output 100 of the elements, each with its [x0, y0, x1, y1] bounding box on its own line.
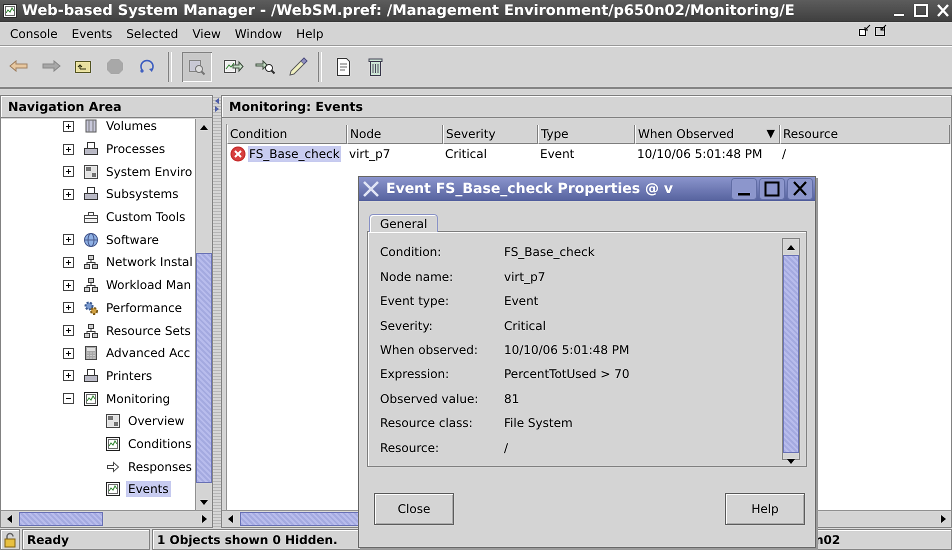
menu-item[interactable]: Selected	[119, 26, 186, 40]
field-value: Event	[504, 294, 538, 308]
dialog-button[interactable]: Close	[374, 493, 454, 525]
tree-item[interactable]: Responses	[126, 458, 194, 475]
tree-item[interactable]: Custom Tools	[104, 209, 188, 226]
printer-icon	[83, 186, 99, 202]
menu-item[interactable]: Events	[64, 26, 120, 40]
arrow-icon	[105, 458, 121, 475]
tree-item[interactable]: Resource Sets	[104, 322, 193, 339]
field-label: Resource:	[380, 440, 440, 455]
tree-item[interactable]: Processes	[104, 141, 168, 158]
dialog-title: Event FS_Base_check Properties @ v	[386, 181, 673, 197]
detach-icon[interactable]	[874, 22, 888, 36]
tree-item[interactable]: Overview	[126, 413, 186, 430]
chart-icon	[105, 436, 121, 452]
field-label: Resource class:	[380, 416, 474, 430]
network-icon	[83, 277, 99, 294]
column-header[interactable]: Condition	[227, 124, 347, 144]
globe-icon	[83, 232, 99, 248]
dialog-button[interactable]: Help	[725, 493, 805, 525]
tree-item[interactable]: Advanced Acc	[104, 345, 192, 362]
drive-icon	[83, 118, 99, 134]
expand-icon[interactable]	[63, 302, 74, 314]
expand-icon[interactable]	[63, 188, 74, 200]
detach-icon[interactable]	[858, 22, 872, 36]
network-icon	[83, 322, 99, 339]
expand-icon[interactable]	[63, 280, 74, 291]
minimize-icon[interactable]	[731, 178, 757, 200]
pane-header: Navigation Area	[1, 96, 212, 118]
maximize-icon[interactable]	[912, 3, 930, 19]
expand-icon[interactable]	[63, 144, 74, 155]
field-value: Critical	[504, 318, 546, 333]
printer-icon	[83, 141, 99, 158]
field-label: Severity:	[380, 318, 434, 333]
tree-item[interactable]: Workload Man	[104, 277, 194, 294]
field-label: Node name:	[380, 270, 454, 284]
scrollbar[interactable]	[195, 119, 212, 510]
tree-item[interactable]: Performance	[104, 300, 184, 316]
column-header[interactable]: When Observed ▼	[635, 124, 780, 144]
menu-item[interactable]: Help	[289, 26, 330, 40]
column-header[interactable]: Resource	[780, 124, 950, 144]
collapse-arrows-icon[interactable]	[214, 97, 220, 113]
menu-item[interactable]: View	[185, 26, 228, 40]
field-value: File System	[504, 416, 573, 430]
tree-item[interactable]: Network Instal	[104, 254, 195, 270]
tree-item[interactable]: Software	[104, 232, 161, 248]
table-cell: virt_p7	[348, 146, 392, 162]
collapse-icon[interactable]	[63, 393, 74, 404]
window-title: Web-based System Manager - /WebSM.pref: /Management Environment/p650n02/Monitoring/E	[22, 3, 795, 19]
expand-icon[interactable]	[63, 120, 74, 132]
tree-item[interactable]: Conditions	[126, 436, 194, 452]
scrollbar[interactable]	[1, 510, 212, 527]
field-value: 10/10/06 5:01:48 PM	[504, 342, 630, 357]
panel-icon	[105, 413, 121, 430]
tree-item[interactable]: Subsystems	[104, 186, 180, 202]
field-label: When observed:	[380, 342, 479, 357]
expand-icon[interactable]	[63, 166, 74, 178]
close-icon[interactable]	[934, 3, 952, 19]
column-header[interactable]: Type	[538, 124, 635, 144]
field-value: 81	[504, 392, 520, 406]
menu-item[interactable]: Window	[228, 26, 290, 40]
tree-item[interactable]: Monitoring	[104, 390, 172, 407]
table-cell[interactable]: FS_Base_check	[248, 146, 341, 162]
column-header[interactable]: Node	[347, 124, 443, 144]
table-cell: 10/10/06 5:01:48 PM	[636, 146, 764, 162]
gear-icon	[83, 300, 99, 316]
tree-item[interactable]: Printers	[104, 368, 154, 384]
field-label: Observed value:	[380, 392, 480, 406]
table-cell: Critical	[444, 146, 488, 162]
calculator-icon	[83, 345, 99, 362]
close-icon[interactable]	[787, 178, 813, 200]
chart-icon	[83, 390, 99, 407]
expand-icon[interactable]	[63, 234, 74, 246]
column-header[interactable]: Severity	[443, 124, 538, 144]
printer-icon	[83, 368, 99, 384]
tree-item[interactable]: System Enviro	[104, 164, 194, 180]
menu-item[interactable]: Console	[3, 26, 65, 40]
field-label: Event type:	[380, 294, 450, 308]
tree-item[interactable]: Volumes	[104, 118, 159, 134]
network-icon	[83, 254, 99, 270]
tree-item[interactable]: Events	[126, 481, 171, 498]
expand-icon[interactable]	[63, 348, 74, 359]
field-value: virt_p7	[504, 270, 546, 284]
expand-icon[interactable]	[63, 256, 74, 268]
expand-icon[interactable]	[63, 325, 74, 336]
status-text: Ready	[27, 532, 69, 546]
x-logo-icon	[362, 181, 380, 197]
maximize-icon[interactable]	[759, 178, 785, 200]
field-value: PercentTotUsed > 70	[504, 367, 630, 382]
find-icon[interactable]	[182, 52, 212, 82]
expand-icon[interactable]	[63, 370, 74, 382]
tab[interactable]: General	[369, 214, 438, 232]
table-cell: /	[781, 146, 788, 162]
field-value: /	[504, 440, 508, 455]
field-value: FS_Base_check	[504, 245, 595, 260]
field-label: Condition:	[380, 245, 442, 260]
splitter-handle[interactable]	[213, 95, 221, 528]
panel-icon	[83, 164, 99, 180]
chart-icon	[105, 481, 121, 498]
toolbox-icon	[83, 209, 99, 226]
